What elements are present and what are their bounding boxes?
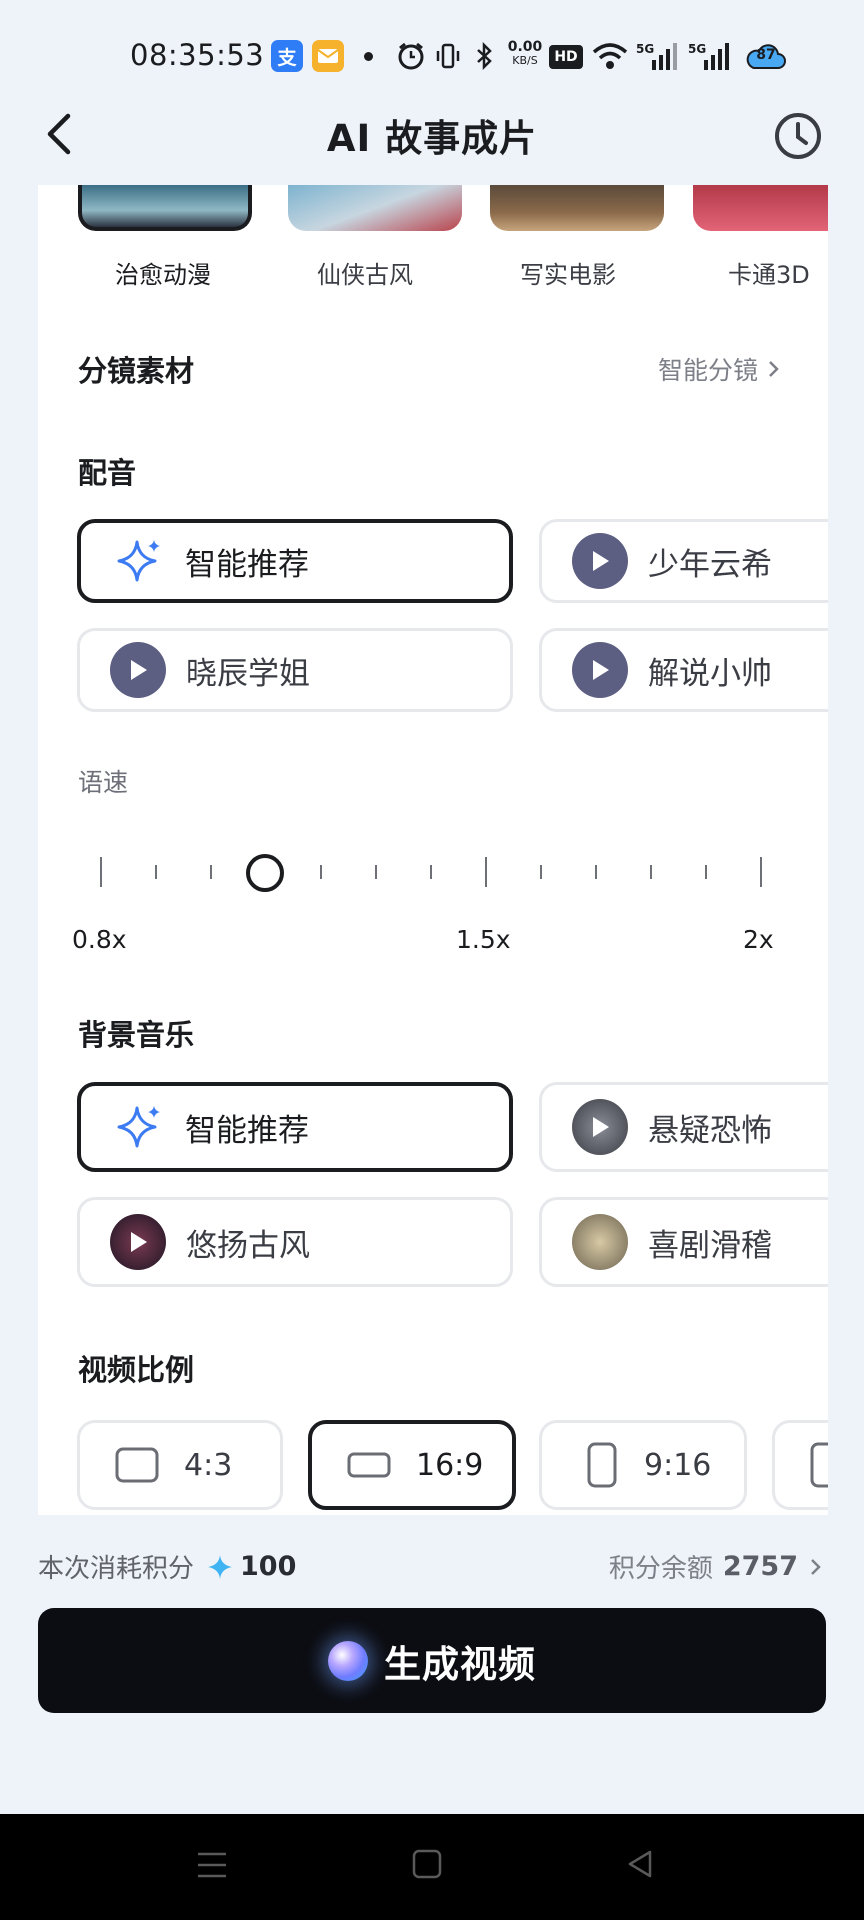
play-icon — [572, 642, 628, 698]
home-icon[interactable] — [412, 1848, 442, 1880]
style-label: 写实电影 — [520, 261, 616, 289]
ai-orb-icon — [328, 1640, 368, 1681]
slider-tick — [650, 865, 652, 879]
wifi-icon — [592, 40, 628, 72]
points-diamond-icon — [208, 1554, 233, 1579]
portrait-icon — [810, 1442, 828, 1488]
svg-text:5G: 5G — [688, 42, 706, 56]
play-icon — [110, 642, 166, 698]
storyboard-title: 分镜素材 — [78, 354, 195, 388]
music-option[interactable]: 悬疑恐怖 — [539, 1082, 828, 1172]
settings-card: 治愈动漫 仙侠古风 写实电影 卡通3D 分镜素材 智能分镜 配音 智能推荐 少年… — [38, 185, 828, 1515]
speed-label: 语速 — [78, 768, 129, 797]
ratio-title: 视频比例 — [78, 1353, 195, 1387]
speed-mid-label: 1.5x — [456, 925, 511, 954]
chevron-right-icon — [769, 361, 779, 377]
dubbing-option[interactable]: 智能推荐 — [77, 519, 513, 603]
system-nav-bar — [0, 1814, 864, 1920]
style-label: 卡通3D — [728, 261, 810, 289]
menu-icon[interactable] — [196, 1850, 228, 1880]
bluetooth-icon — [473, 40, 495, 72]
svg-text:5G: 5G — [636, 42, 654, 56]
comedy-cover-icon — [572, 1214, 628, 1270]
signal-icon-2: 5G — [688, 40, 730, 72]
play-icon — [572, 533, 628, 589]
notification-dot-icon — [364, 52, 373, 61]
history-button[interactable] — [770, 108, 826, 164]
play-icon — [110, 1214, 166, 1270]
ratio-option[interactable]: 9:16 — [539, 1420, 747, 1510]
ratio-option[interactable]: 4:3 — [77, 1420, 283, 1510]
battery-level: 87 — [756, 47, 776, 63]
dubbing-option[interactable]: 少年云希 — [539, 519, 828, 603]
music-option[interactable]: 智能推荐 — [77, 1082, 513, 1172]
play-icon — [572, 1099, 628, 1155]
smart-storyboard-link[interactable]: 智能分镜 — [658, 351, 784, 387]
slider-tick — [760, 857, 762, 887]
slider-tick — [705, 865, 707, 879]
slider-tick — [485, 857, 487, 887]
net-speed: 0.00 KB/S — [507, 39, 543, 67]
slider-tick — [100, 857, 102, 887]
slider-tick — [155, 865, 157, 879]
style-thumb-xianxia[interactable] — [288, 185, 462, 231]
slider-tick — [375, 865, 377, 879]
chevron-right-icon — [811, 1558, 821, 1575]
dubbing-title: 配音 — [78, 456, 137, 490]
alarm-icon — [396, 40, 426, 72]
music-option[interactable]: 悠扬古风 — [77, 1197, 513, 1287]
style-thumb-cartoon[interactable] — [693, 185, 828, 231]
slider-tick — [540, 865, 542, 879]
sparkle-icon — [117, 540, 160, 582]
balance-link[interactable]: 积分余额 2757 — [609, 1548, 824, 1585]
mail-icon — [312, 40, 344, 72]
portrait-9-16-icon — [587, 1442, 617, 1488]
dubbing-option[interactable]: 晓辰学姐 — [77, 628, 513, 712]
style-label: 治愈动漫 — [115, 261, 211, 289]
alipay-icon: 支 — [271, 40, 303, 72]
clock-icon — [775, 113, 821, 159]
slider-tick — [210, 865, 212, 879]
back-nav-icon[interactable] — [624, 1848, 656, 1880]
vibrate-icon — [435, 40, 461, 72]
speed-slider-knob[interactable] — [246, 854, 284, 892]
generate-video-button[interactable]: 生成视频 — [38, 1608, 826, 1713]
ratio-option-more[interactable] — [772, 1420, 828, 1510]
signal-icon-1: 5G — [636, 40, 678, 72]
hd-badge: HD — [549, 45, 583, 69]
style-label: 仙侠古风 — [317, 261, 413, 289]
status-time: 08:35:53 — [130, 38, 265, 72]
music-option[interactable]: 喜剧滑稽 — [539, 1197, 828, 1287]
landscape-16-9-icon — [347, 1452, 391, 1478]
sparkle-icon — [117, 1106, 160, 1148]
speed-max-label: 2x — [743, 925, 774, 954]
cost-info: 本次消耗积分 100 — [38, 1551, 297, 1584]
music-title: 背景音乐 — [78, 1018, 195, 1052]
style-thumb-realistic[interactable] — [490, 185, 664, 231]
slider-tick — [595, 865, 597, 879]
dubbing-option[interactable]: 解说小帅 — [539, 628, 828, 712]
landscape-4-3-icon — [115, 1447, 159, 1483]
slider-tick — [430, 865, 432, 879]
style-thumb-healing-anime[interactable] — [78, 185, 252, 231]
ratio-option[interactable]: 16:9 — [308, 1420, 516, 1510]
speed-min-label: 0.8x — [72, 925, 127, 954]
slider-tick — [320, 865, 322, 879]
page-title: AI 故事成片 — [326, 117, 538, 160]
speed-slider[interactable] — [38, 825, 828, 915]
status-bar: 08:35:53 支 0.00 KB/S HD 5G 5G 87 — [0, 0, 864, 110]
